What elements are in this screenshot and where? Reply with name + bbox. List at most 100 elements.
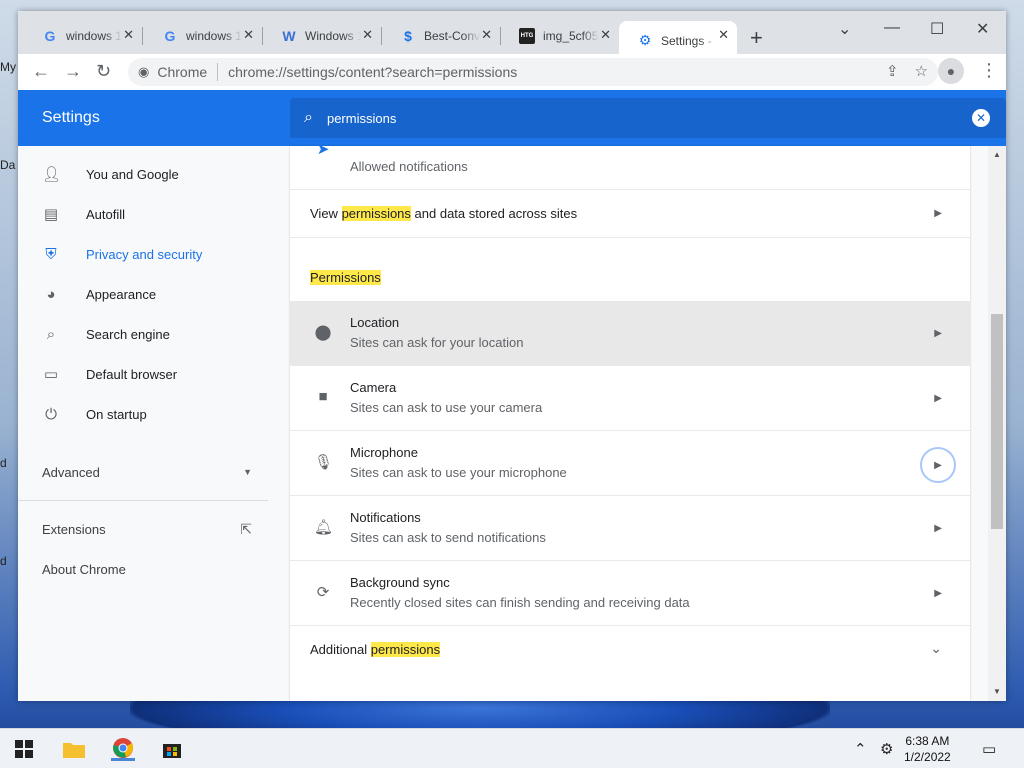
share-icon[interactable]: ⇪ <box>886 62 899 80</box>
google-icon: G <box>164 27 176 44</box>
notification-center-icon[interactable]: ▭ <box>982 740 996 758</box>
row-title: View permissions and data stored across … <box>310 206 578 221</box>
address-bar[interactable]: ◉ Chrome chrome://settings/content?searc… <box>128 58 938 86</box>
tab-search-icon[interactable]: ⌄ <box>838 19 851 39</box>
tab[interactable]: W Windows 11 ✕ <box>263 21 382 50</box>
search-input[interactable]: permissions <box>327 111 396 126</box>
close-window-button[interactable]: ✕ <box>976 19 989 39</box>
sidebar-item-you-and-google[interactable]: 👤︎ You and Google <box>42 162 179 186</box>
minimize-button[interactable]: — <box>884 19 900 37</box>
bestconv-icon: $ <box>404 27 412 44</box>
sidebar-advanced-label: Advanced <box>42 464 100 480</box>
browser-toolbar: ← → ↻ ◉ Chrome chrome://settings/content… <box>18 54 1006 90</box>
desktop-icon-label[interactable]: Da <box>0 158 15 172</box>
close-icon[interactable]: ✕ <box>718 27 729 43</box>
scrollbar-thumb[interactable] <box>991 314 1003 529</box>
arrow-right-icon: ▶ <box>934 393 942 404</box>
sync-icon: ⟳ <box>316 584 330 601</box>
microphone-icon: 🎙︎ <box>314 454 334 471</box>
desktop-icon-label[interactable]: d <box>0 554 7 568</box>
sidebar-item-label: Privacy and security <box>86 246 203 262</box>
row-subtitle: Sites can ask to send notifications <box>350 530 546 545</box>
close-icon[interactable]: ✕ <box>362 27 373 43</box>
row-subtitle: Sites can ask to use your camera <box>350 400 543 415</box>
arrow-right-icon[interactable]: ▶ <box>920 447 956 483</box>
close-icon[interactable]: ✕ <box>481 27 492 43</box>
row-title: Location <box>350 315 400 330</box>
chrome-taskbar-icon[interactable] <box>111 737 135 761</box>
permission-row-microphone[interactable]: 🎙︎ Microphone Sites can ask to use your … <box>290 431 970 496</box>
arrow-right-icon: ▶ <box>934 328 942 339</box>
sidebar-item-privacy-and-security[interactable]: ⛨ Privacy and security <box>42 242 202 266</box>
power-icon: ⏻ <box>45 405 57 423</box>
sidebar-item-search-engine[interactable]: ⌕ Search engine <box>42 322 170 346</box>
tab[interactable]: $ Best-Conv ✕ <box>382 21 501 50</box>
row-title: Notifications <box>350 510 421 525</box>
desktop-icon-label[interactable]: My <box>0 60 16 74</box>
store-icon[interactable] <box>160 737 184 761</box>
permission-row-location[interactable]: ⬤ Location Sites can ask for your locati… <box>290 301 970 366</box>
clock-date: 1/2/2022 <box>904 750 951 764</box>
clock[interactable]: 6:38 AM 1/2/2022 <box>904 733 951 765</box>
scroll-up-arrow-icon[interactable]: ▲ <box>993 150 1001 159</box>
tab[interactable]: G windows 11 ✕ <box>144 21 263 50</box>
profile-avatar-icon[interactable]: ● <box>938 58 964 84</box>
desktop-icon-label[interactable]: d <box>0 456 7 470</box>
tab[interactable]: G windows 11 ✕ <box>24 21 143 50</box>
tab-strip: G windows 11 ✕ G windows 11 ✕ W Windows … <box>18 11 1006 60</box>
sidebar-item-label: Default browser <box>86 366 178 382</box>
row-title: Camera <box>350 380 397 395</box>
sidebar-item-about-chrome[interactable]: About Chrome <box>42 557 126 581</box>
new-tab-button[interactable]: + <box>750 25 763 51</box>
close-icon[interactable]: ✕ <box>243 27 254 43</box>
scroll-down-arrow-icon[interactable]: ▼ <box>993 687 1001 696</box>
forward-arrow-icon[interactable]: → <box>64 61 82 82</box>
notifications-allowed-row[interactable]: ➤ Allowed notifications <box>290 126 970 190</box>
permission-row-background-sync[interactable]: ⟳ Background sync Recently closed sites … <box>290 561 970 626</box>
chrome-window: G windows 11 ✕ G windows 11 ✕ W Windows … <box>18 11 1006 701</box>
permission-row-notifications[interactable]: 🔔︎ Notifications Sites can ask to send n… <box>290 496 970 561</box>
menu-kebab-icon[interactable]: ⋮ <box>980 60 998 81</box>
bookmark-star-icon[interactable]: ☆ <box>915 62 928 80</box>
url-text[interactable]: chrome://settings/content?search=permiss… <box>228 64 517 80</box>
clear-search-icon[interactable]: ✕ <box>972 109 990 127</box>
windows-central-icon: W <box>282 27 296 44</box>
close-icon[interactable]: ✕ <box>600 27 611 43</box>
reload-icon[interactable]: ↻ <box>96 61 111 82</box>
tab[interactable]: HTG img_5cf05 ✕ <box>501 21 619 50</box>
browser-icon: ▭ <box>43 366 59 383</box>
sidebar-item-autofill[interactable]: ▤ Autofill <box>42 202 125 226</box>
page-title: Settings <box>42 109 100 126</box>
sidebar-item-default-browser[interactable]: ▭ Default browser <box>42 362 177 386</box>
scrollbar[interactable]: ▲ ▼ <box>988 146 1006 701</box>
site-label: Chrome <box>157 64 208 80</box>
tab-title: Settings - <box>661 33 712 48</box>
sidebar-item-on-startup[interactable]: ⏻ On startup <box>42 402 147 426</box>
settings-content-card: ➤ Allowed notifications View permissions… <box>290 141 970 701</box>
sidebar-item-appearance[interactable]: ◕ Appearance <box>42 282 156 306</box>
arrow-right-icon: ▶ <box>934 523 942 534</box>
chevron-up-icon[interactable]: ⌃ <box>854 740 867 758</box>
settings-body: 👤︎ You and Google ▤ Autofill ⛨ Privacy a… <box>18 141 1006 701</box>
sidebar-item-label: About Chrome <box>42 561 126 577</box>
tab-title: img_5cf05 <box>543 28 599 43</box>
close-icon[interactable]: ✕ <box>123 27 134 43</box>
view-permissions-row[interactable]: View permissions and data stored across … <box>290 190 970 238</box>
gear-icon[interactable]: ⚙ <box>880 740 893 758</box>
sidebar-advanced[interactable]: Advanced ▼ <box>42 460 252 484</box>
row-subtitle: Sites can ask to use your microphone <box>350 465 567 480</box>
camera-icon: ■ <box>318 388 328 405</box>
chevron-down-icon: ⌄ <box>930 640 942 656</box>
sidebar-item-extensions[interactable]: Extensions ⇱ <box>42 517 252 541</box>
windows-start-icon[interactable] <box>12 737 36 761</box>
maximize-button[interactable]: ☐ <box>930 19 944 39</box>
file-explorer-icon[interactable] <box>62 737 86 761</box>
row-subtitle: Recently closed sites can finish sending… <box>350 595 690 610</box>
back-arrow-icon[interactable]: ← <box>32 61 50 82</box>
additional-permissions-row[interactable]: Additional permissions ⌄ <box>290 626 970 674</box>
permission-row-camera[interactable]: ■ Camera Sites can ask to use your camer… <box>290 366 970 431</box>
location-pin-icon: ⬤ <box>314 324 332 341</box>
bell-icon: 🔔︎ <box>314 519 334 536</box>
notification-icon: ➤ <box>316 141 330 158</box>
google-icon: G <box>44 27 56 44</box>
